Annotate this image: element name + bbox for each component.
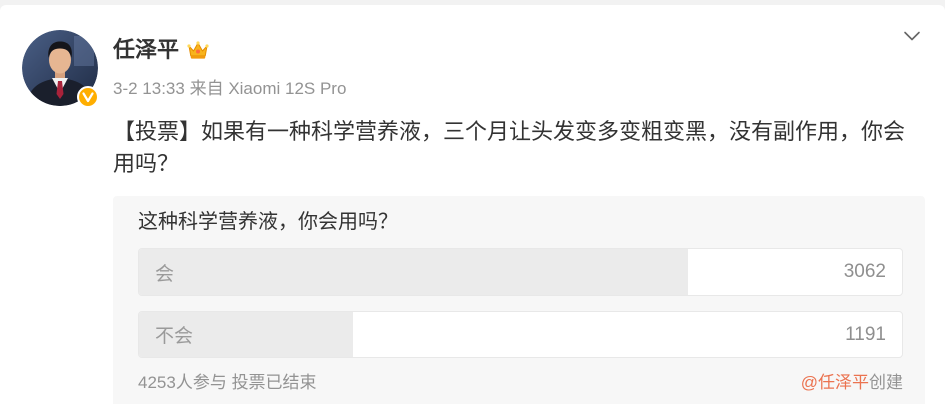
poll-option-count: 3062 <box>843 261 886 282</box>
poll-status: 投票已结束 <box>231 373 317 392</box>
poll-creator: @任泽平创建 <box>801 372 903 394</box>
poll-participants: 4253人参与 <box>138 373 227 392</box>
weibo-post-card: 任泽平 3-2 13:33 来自 Xiaomi 12S Pro 【投票】如果有一… <box>0 5 945 404</box>
poll-card: 这种科学营养液，你会用吗？ 会 3062 不会 1191 4253人参与 投票已… <box>113 196 925 404</box>
poll-question: 这种科学营养液，你会用吗？ <box>138 211 398 233</box>
poll-summary: 4253人参与 投票已结束 <box>138 372 317 394</box>
author-name[interactable]: 任泽平 <box>113 35 179 65</box>
poll-creator-suffix: 创建 <box>869 373 903 392</box>
poll-creator-link[interactable]: @任泽平 <box>801 373 869 392</box>
post-text: 【投票】如果有一种科学营养液，三个月让头发变多变粗变黑，没有副作用，你会用吗？ <box>113 119 906 176</box>
post-source: Xiaomi 12S Pro <box>228 79 347 98</box>
crown-icon[interactable] <box>187 40 209 60</box>
chevron-down-icon[interactable] <box>903 30 921 42</box>
post-time[interactable]: 3-2 13:33 <box>113 79 185 98</box>
verified-badge-icon <box>77 86 99 108</box>
post-meta: 3-2 13:33 来自 Xiaomi 12S Pro <box>113 78 346 100</box>
poll-option-fill-bar <box>139 249 689 295</box>
poll-option: 不会 1191 <box>138 311 903 358</box>
poll-option-count: 1191 <box>845 323 886 345</box>
poll-option-label: 不会 <box>155 326 194 347</box>
poll-option: 会 3062 <box>138 248 903 296</box>
poll-option-label: 会 <box>155 263 175 285</box>
source-label: 来自 <box>189 79 224 98</box>
